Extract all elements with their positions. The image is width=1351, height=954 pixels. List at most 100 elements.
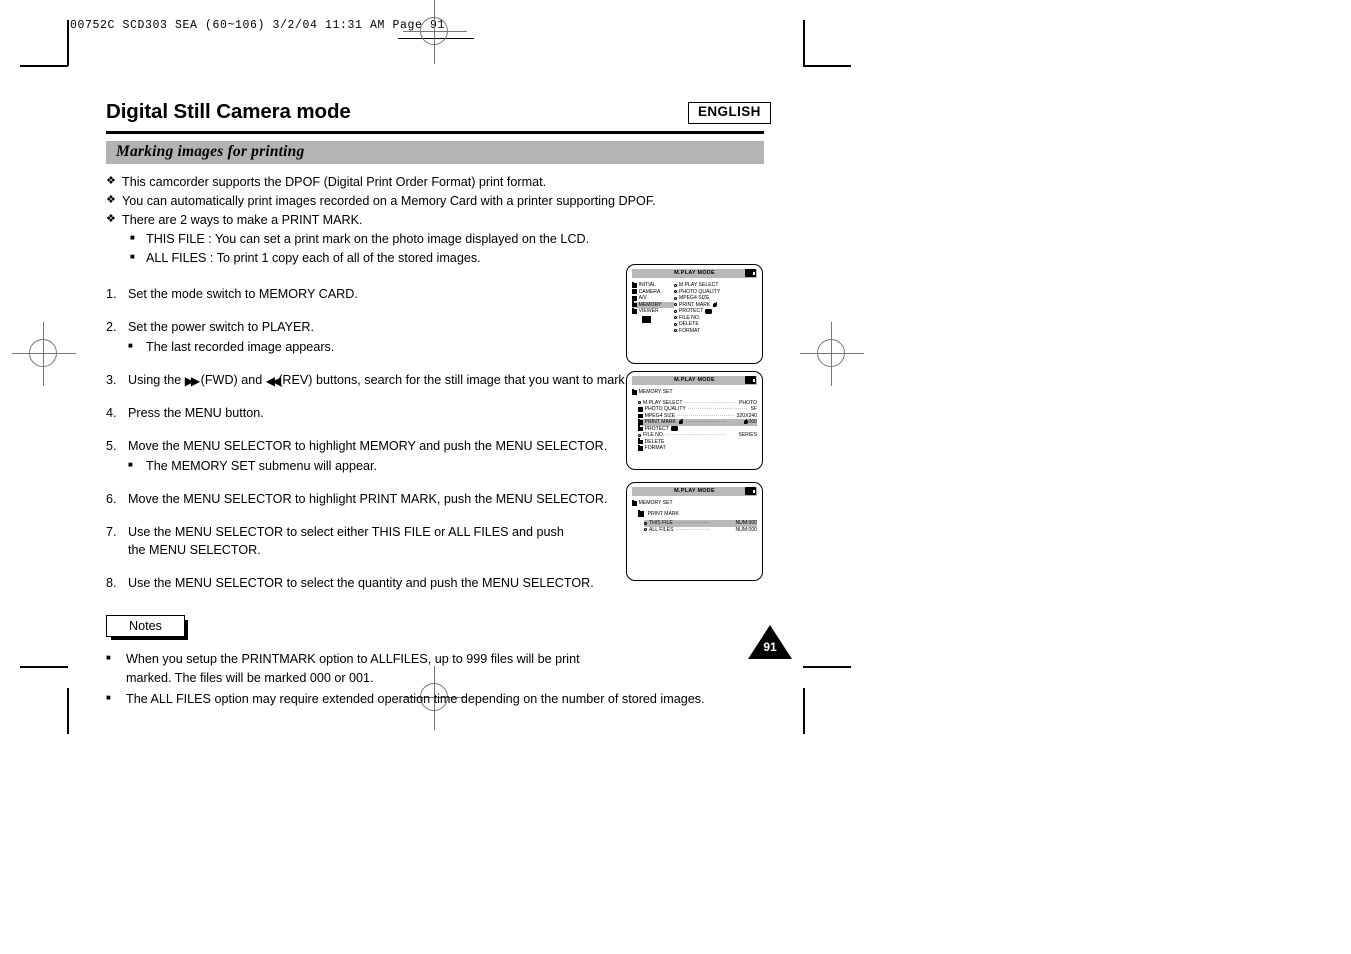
step-number: 2. [106, 320, 117, 335]
crop-mark-tl-h [20, 65, 68, 67]
intro-bullet: ❖ This camcorder supports the DPOF (Digi… [106, 173, 766, 192]
bullet-dot-icon [674, 296, 677, 300]
folder-icon [632, 295, 637, 301]
leader-dots: ·················· [675, 526, 711, 532]
step-text-mid: (FWD) and [197, 372, 266, 387]
notes-tab: Notes [106, 615, 188, 641]
menu-item-viewer[interactable]: VIEWER [632, 307, 674, 315]
memory-card-icon [745, 376, 756, 384]
breadcrumb-label: MEMORY SET [638, 389, 673, 395]
crop-mark-bl-h [20, 666, 68, 668]
fast-forward-icon: ▶▶ [184, 373, 201, 388]
step-item: 3. Using the ▶▶ (FWD) and ◀◀(REV) button… [106, 371, 636, 390]
step-number: 8. [106, 576, 117, 591]
step-text: Press the MENU button. [128, 405, 264, 420]
step-text-before: Using the [128, 372, 185, 387]
row-label: FORMAT [644, 445, 666, 452]
crop-mark-tl-v [67, 20, 69, 66]
menu-label: VIEWER [638, 308, 659, 315]
option-label: ALL FILES [649, 526, 674, 533]
cursor-block-icon [642, 315, 651, 323]
folder-icon [638, 413, 643, 419]
note-item: ■ The ALL FILES option may require exten… [106, 690, 766, 709]
folder-icon [638, 444, 643, 451]
crop-mark-br-h [803, 666, 851, 668]
bullet-dot-icon [644, 528, 647, 532]
step-number: 6. [106, 491, 117, 506]
print-mark-icon [743, 419, 749, 425]
option-value: NUM:000 [735, 526, 757, 533]
step-item: 4. Press the MENU button. [106, 404, 616, 423]
lcd-title: M.PLAY MODE [674, 488, 715, 494]
bullet-dot-icon [674, 329, 677, 333]
step-text: Use the MENU SELECTOR to select the quan… [128, 576, 594, 591]
step-item: 5. Move the MENU SELECTOR to highlight M… [106, 437, 616, 476]
folder-icon [632, 307, 637, 314]
folder-icon [632, 289, 637, 295]
step-subnote: ■ The MEMORY SET submenu will appear. [128, 457, 616, 476]
lcd-title: M.PLAY MODE [674, 270, 715, 276]
bullet-dot-icon [674, 283, 677, 287]
step-number: 3. [106, 372, 117, 387]
step-number: 5. [106, 438, 117, 453]
folder-icon [632, 281, 637, 288]
bullet-dot-icon [644, 521, 647, 525]
option-all-files[interactable]: ALL FILES ·················· NUM:000 [644, 527, 757, 534]
lcd-title-bar: M.PLAY MODE [632, 487, 757, 496]
registration-mark-right [800, 322, 864, 386]
row-value: 000 [748, 419, 758, 426]
lcd-menu-body: MEMORY SET PRINT MARK THIS FILE ········… [627, 496, 762, 539]
crop-mark-bl-v [67, 688, 69, 734]
leader-dots: ······························· [666, 432, 727, 438]
folder-icon [632, 499, 637, 506]
folder-icon [638, 425, 643, 432]
step-text: Use the MENU SELECTOR to select either T… [128, 524, 564, 558]
folder-icon [632, 301, 637, 308]
square-bullet-icon: ■ [130, 252, 135, 262]
registration-mark-left [12, 322, 76, 386]
lcd-title: M.PLAY MODE [674, 377, 715, 383]
bullet-dot-icon [638, 433, 641, 437]
submenu-label: FORMAT [679, 327, 701, 334]
step-item: 2. Set the power switch to PLAYER. ■ The… [106, 318, 616, 357]
page-number-text: 91 [763, 640, 777, 654]
step-item: 7. Use the MENU SELECTOR to select eithe… [106, 523, 576, 561]
lcd-title-bar: M.PLAY MODE [632, 269, 757, 278]
folder-icon [638, 509, 644, 517]
folder-icon [638, 406, 643, 412]
intro-bullet: ❖ There are 2 ways to make a PRINT MARK. [106, 211, 766, 230]
memory-card-icon [745, 487, 756, 495]
registration-mark-top [403, 0, 467, 64]
step-text: Set the mode switch to MEMORY CARD. [128, 287, 358, 302]
crop-mark-br-v [803, 688, 805, 734]
square-bullet-icon: ■ [106, 653, 111, 663]
row-format[interactable]: FORMAT [638, 444, 757, 452]
diamond-bullet-icon: ❖ [106, 174, 116, 187]
step-text-after: (REV) buttons, search for the still imag… [278, 372, 629, 387]
square-bullet-icon: ■ [128, 341, 133, 351]
prepress-slug: 00752C SCD303 SEA (60~106) 3/2/04 11:31 … [70, 19, 446, 32]
leader-dots: ·················· [674, 520, 710, 526]
section-title: Marking images for printing [106, 140, 764, 164]
submenu-item-format[interactable]: FORMAT [674, 328, 757, 335]
leader-dots: ······························· [684, 399, 737, 405]
intro-sub-bullet: ■ THIS FILE : You can set a print mark o… [130, 230, 766, 249]
step-text: Move the MENU SELECTOR to highlight PRIN… [128, 491, 608, 506]
square-bullet-icon: ■ [128, 459, 133, 469]
intro-bullet-text: You can automatically print images recor… [122, 193, 656, 208]
lock-icon [670, 426, 678, 432]
notes-list: ■ When you setup the PRINTMARK option to… [106, 650, 766, 709]
lcd-panel-print-mark: M.PLAY MODE MEMORY SET PRINT MARK THIS F… [626, 482, 763, 581]
diamond-bullet-icon: ❖ [106, 193, 116, 206]
memory-card-icon [745, 269, 756, 277]
intro-bullet: ❖ You can automatically print images rec… [106, 192, 766, 211]
print-mark-icon [712, 301, 718, 308]
lcd-left-column: INITIAL CAMERA A/V MEMORY VIEWER [632, 281, 674, 334]
lock-icon [705, 308, 713, 314]
bullet-dot-icon [674, 322, 677, 326]
step-text: Set the power switch to PLAYER. [128, 320, 314, 335]
leader-dots: ······························· [687, 406, 748, 412]
bullet-dot-icon [674, 290, 677, 294]
breadcrumb-label: MEMORY SET [638, 500, 673, 506]
intro-bullet-list: ❖ This camcorder supports the DPOF (Digi… [106, 173, 766, 269]
